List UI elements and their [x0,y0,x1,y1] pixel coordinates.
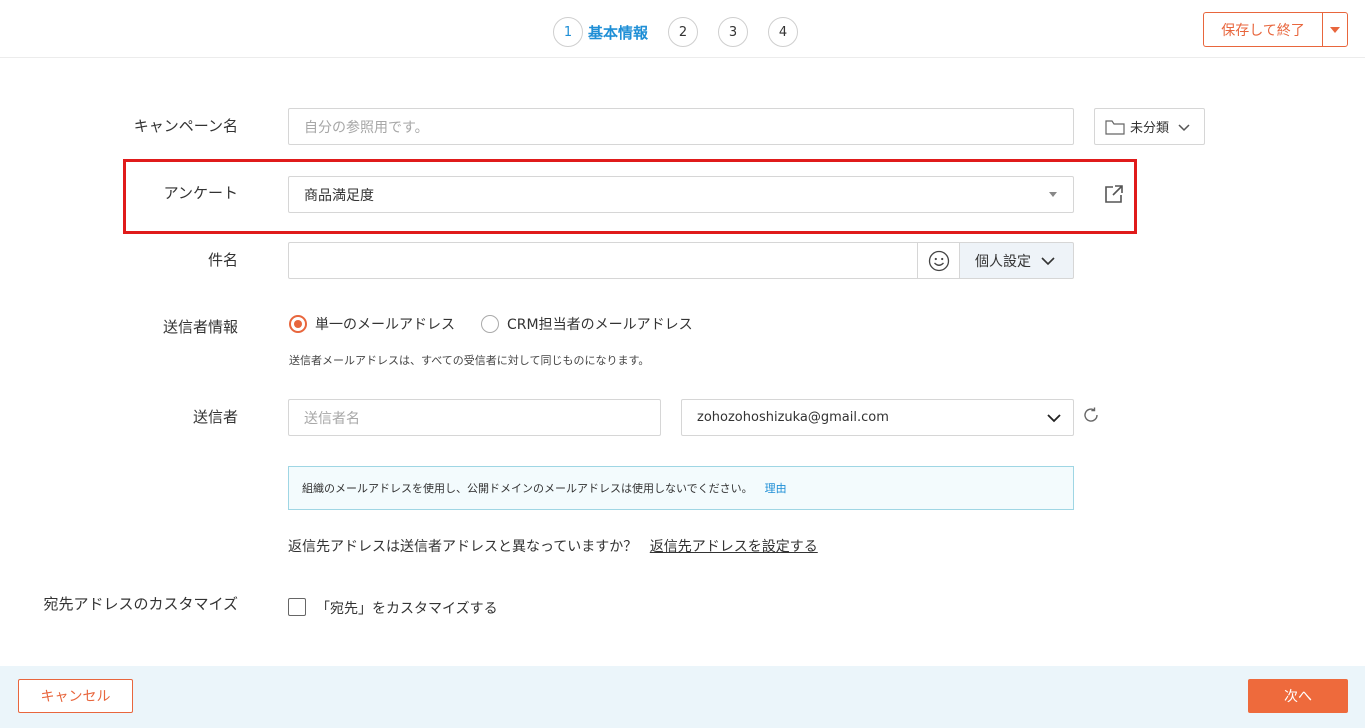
chevron-down-icon [1047,414,1061,423]
sender-email-value: zohozohoshizuka@gmail.com [697,410,889,425]
domain-notice-text: 組織のメールアドレスを使用し、公開ドメインのメールアドレスは使用しないでください… [302,482,753,495]
recipient-customize-label: 宛先アドレスのカスタマイズ [43,595,238,613]
step-3[interactable]: 3 [718,17,749,47]
footer-bar: キャンセル 次へ [0,666,1365,728]
campaign-name-label: キャンペーン名 [133,117,238,135]
refresh-icon[interactable] [1082,406,1100,424]
folder-label: 未分類 [1130,121,1170,136]
radio-crm-owner-address[interactable] [481,315,499,333]
sender-info-label: 送信者情報 [162,318,238,336]
save-and-exit-group: 保存して終了 [1203,12,1348,47]
sender-info-options: 単一のメールアドレス CRM担当者のメールアドレス [289,314,693,334]
save-options-dropdown[interactable] [1322,12,1348,47]
emoji-button[interactable] [917,242,960,279]
cancel-button[interactable]: キャンセル [18,679,133,713]
domain-notice: 組織のメールアドレスを使用し、公開ドメインのメールアドレスは使用しないでください… [288,466,1074,510]
subject-input[interactable] [288,242,918,279]
subject-label: 件名 [207,251,238,269]
step-1[interactable]: 1 [553,17,583,47]
folder-dropdown[interactable]: 未分類 [1094,108,1205,145]
survey-select[interactable]: 商品満足度 [288,176,1074,213]
select-caret-icon [1049,192,1057,197]
radio-single-address-label[interactable]: 単一のメールアドレス [315,314,455,334]
chevron-down-icon [1041,256,1055,265]
sender-email-select[interactable]: zohozohoshizuka@gmail.com [681,399,1074,436]
recipient-customize-checkbox[interactable] [288,598,306,616]
next-button[interactable]: 次へ [1248,679,1348,713]
smiley-icon [928,250,949,271]
caret-down-icon [1330,26,1340,33]
sender-info-hint: 送信者メールアドレスは、すべての受信者に対して同じものになります。 [289,354,650,367]
reply-to-question: 返信先アドレスは送信者アドレスと異なっていますか？ [288,539,638,555]
sender-name-placeholder: 送信者名 [304,410,360,427]
step-2[interactable]: 2 [668,17,699,47]
survey-label: アンケート [163,184,238,202]
sender-label: 送信者 [192,408,238,426]
personalize-dropdown[interactable]: 個人設定 [959,242,1074,279]
survey-selected-value: 商品満足度 [304,187,374,204]
step-4[interactable]: 4 [768,17,799,47]
chevron-down-icon [1178,123,1190,131]
campaign-name-placeholder: 自分の参照用です。 [304,119,429,136]
radio-crm-owner-address-label[interactable]: CRM担当者のメールアドレス [507,314,693,334]
step-indicator: 1 基本情報 2 3 4 [553,17,799,47]
reply-to-row: 返信先アドレスは送信者アドレスと異なっていますか？ 返信先アドレスを設定する [288,536,818,556]
campaign-name-input[interactable]: 自分の参照用です。 [288,108,1074,145]
top-bar: 1 基本情報 2 3 4 保存して終了 [0,0,1365,58]
sender-name-input[interactable]: 送信者名 [288,399,661,436]
save-and-exit-button[interactable]: 保存して終了 [1203,12,1322,47]
reason-link[interactable]: 理由 [765,480,787,496]
recipient-customize-checkbox-label[interactable]: 「宛先」をカスタマイズする [316,598,498,618]
personalize-label: 個人設定 [975,253,1031,270]
open-external-icon[interactable] [1104,184,1124,204]
folder-icon [1105,119,1125,135]
set-reply-to-link[interactable]: 返信先アドレスを設定する [650,539,818,555]
radio-single-address[interactable] [289,315,307,333]
step-1-label: 基本情報 [588,23,649,42]
